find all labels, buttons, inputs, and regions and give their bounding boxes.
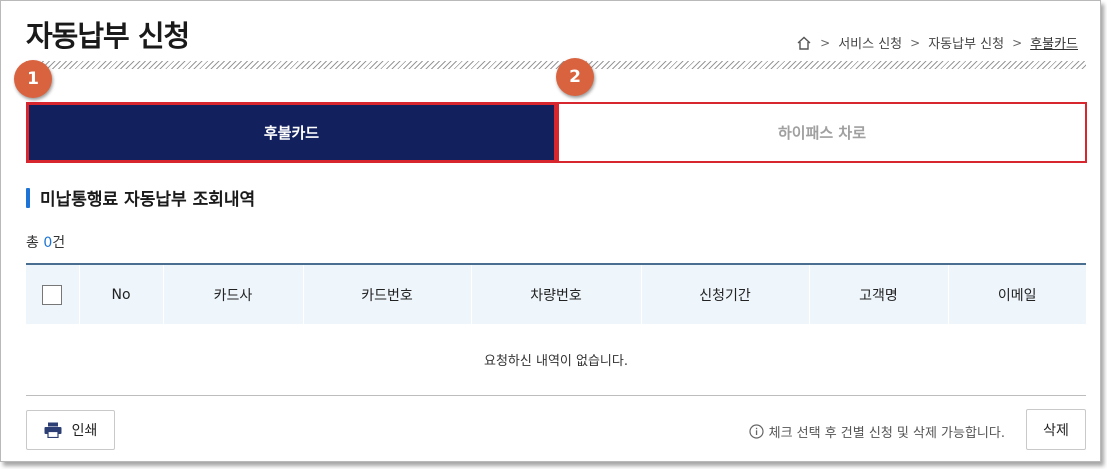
chevron-right-icon: >: [910, 35, 921, 50]
total-suffix: 건: [52, 235, 66, 251]
total-count-value: 0: [43, 235, 53, 251]
total-count: 총 0건: [26, 232, 65, 252]
column-header-customer-name: 고객명: [808, 264, 948, 324]
select-all-checkbox[interactable]: [42, 284, 63, 305]
step-badge-2: 2: [556, 58, 594, 96]
print-button-label: 인쇄: [71, 423, 98, 439]
column-header-card-number: 카드번호: [302, 264, 471, 324]
total-prefix: 총: [26, 235, 44, 251]
empty-message: 요청하신 내역이 없습니다.: [26, 324, 1086, 396]
info-icon: [749, 424, 764, 439]
column-header-no: No: [78, 264, 163, 324]
title-divider: [26, 61, 1086, 69]
delete-button[interactable]: 삭제: [1026, 409, 1086, 450]
breadcrumb: > 서비스 신청 > 자동납부 신청 > 후불카드: [796, 33, 1078, 52]
chevron-right-icon: >: [1012, 35, 1023, 50]
breadcrumb-item-current[interactable]: 후불카드: [1030, 33, 1078, 52]
page-title: 자동납부 신청: [26, 19, 190, 53]
column-header-vehicle-number: 차량번호: [470, 264, 641, 324]
breadcrumb-item-service[interactable]: 서비스 신청: [838, 33, 902, 52]
tab-hipass-lane[interactable]: 하이패스 차로: [557, 102, 1087, 163]
section-marker: [26, 187, 30, 208]
home-icon[interactable]: [796, 35, 812, 51]
print-button[interactable]: 인쇄: [26, 410, 115, 450]
step-badge-1: 1: [14, 60, 52, 98]
column-header-card-company: 카드사: [162, 264, 303, 324]
empty-row: 요청하신 내역이 없습니다.: [26, 324, 1086, 396]
printer-icon: [44, 422, 62, 439]
breadcrumb-item-autopay[interactable]: 자동납부 신청: [928, 33, 1004, 52]
autopay-history-table: No 카드사 카드번호 차량번호 신청기간 고객명 이메일 요청하신 내역이 없…: [26, 263, 1086, 396]
section-title-text: 미납통행료 자동납부 조회내역: [40, 190, 256, 210]
page-frame: 자동납부 신청 > 서비스 신청 > 자동납부 신청 > 후불카드 후불카드 하…: [0, 0, 1101, 462]
column-header-period: 신청기간: [640, 264, 809, 324]
selection-notice: 체크 선택 후 건별 신청 및 삭제 가능합니다.: [749, 422, 1005, 441]
table-header-row: No 카드사 카드번호 차량번호 신청기간 고객명 이메일: [26, 264, 1086, 324]
section-title: 미납통행료 자동납부 조회내역: [26, 185, 255, 210]
chevron-right-icon: >: [820, 35, 831, 50]
tab-postpaid-card[interactable]: 후불카드: [26, 102, 557, 163]
tab-label: 하이패스 차로: [777, 124, 867, 142]
select-all-cell: [26, 264, 79, 324]
notice-text: 체크 선택 후 건별 신청 및 삭제 가능합니다.: [768, 426, 1005, 441]
tab-label: 후불카드: [263, 124, 320, 142]
column-header-email: 이메일: [947, 264, 1086, 324]
